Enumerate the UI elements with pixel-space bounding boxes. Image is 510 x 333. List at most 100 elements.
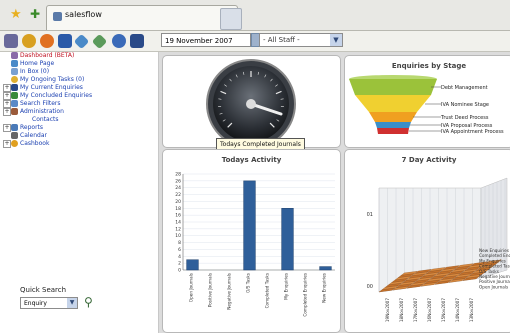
sidebar-item-contacts[interactable]: Contacts [32,116,58,124]
depth-label: Open Journals [479,284,508,289]
sidebar-item-in-box[interactable]: In Box (0) [20,68,49,76]
y-tick-label: 0 [178,268,181,274]
dashboard-icon [11,52,18,59]
sidebar-item-home-page[interactable]: Home Page [20,60,54,68]
expand-icon[interactable]: + [3,108,11,116]
reports-icon[interactable] [130,34,144,48]
sidebar-item-reports[interactable]: Reports [20,124,43,132]
y-tick-label: 24 [175,185,181,191]
sidebar-item-current-enquiries[interactable]: My Current Enquiries [20,84,83,92]
search-icon[interactable] [73,33,90,50]
search-go-icon[interactable]: ⚲ [84,295,96,309]
favorites-star-icon[interactable]: ★ [10,8,22,21]
seven-day-activity-chart: 01 00 19Nov2007 18Nov2007 17Nov2007 16Nov2007… [367,177,510,322]
home-page-icon [11,60,18,67]
sidebar-item-search-filters[interactable]: Search Filters [20,100,61,108]
y-tick-label: 2 [178,261,181,267]
tasks-icon[interactable] [40,34,54,48]
sidebar-item-calendar[interactable]: Calendar [20,132,47,140]
x-tick-label: 18Nov2007 [399,298,404,322]
y-tick-label: 01 [367,212,373,218]
sidebar-item-concluded-enquiries[interactable]: My Concluded Enquiries [20,92,92,100]
chevron-down-icon[interactable]: ▼ [330,34,342,46]
expand-icon[interactable]: + [3,124,11,132]
date-field[interactable]: 19 November 2007 [161,33,251,47]
new-tab-button[interactable] [220,8,242,30]
bar [281,208,294,271]
browser-tab[interactable]: salesflow [46,5,238,30]
y-tick-label: 28 [175,172,181,178]
sidebar-item-administration[interactable]: Administration [20,108,64,116]
funnel-svg: Debt Management IVA Nominee Stage Trust … [349,75,504,135]
browser-tab-bar: ★ ✚ salesflow [0,0,510,31]
expand-icon[interactable]: + [3,140,11,148]
gauge-hub [246,99,256,109]
site-favicon-icon [53,12,62,21]
y-tick-label: 14 [175,220,181,226]
sidebar: Dashboard (BETA) Home Page In Box (0) My… [0,52,159,333]
new-enquiry-icon[interactable] [22,34,36,48]
inbox-icon [11,68,18,75]
y-tick-label: 00 [367,284,373,290]
y-tick-label: 10 [175,233,181,239]
reports-icon [11,124,18,131]
x-tick-label: Open Journals [189,273,194,302]
cashbook-icon [11,140,18,147]
calendar-icon[interactable] [112,34,126,48]
staff-filter-select[interactable]: - All Staff - ▼ [259,33,343,47]
app-toolbar: 19 November 2007 - All Staff - ▼ [0,31,510,52]
calendar-icon [11,132,18,139]
funnel-panel: Enquiries by Stage Debt Management IVA N… [344,55,510,148]
y-tick-label: 8 [178,240,181,246]
funnel-stage-trust-deed [369,112,417,122]
x-tick-label: Positive Journals [208,273,213,307]
search-filters-icon [11,100,18,107]
staff-filter-value: - All Staff - [263,36,300,44]
concluded-enquiries-icon [11,92,18,99]
expand-icon[interactable]: + [3,84,11,92]
y-tick-label: 6 [178,247,181,253]
y-tick-label: 12 [175,226,181,232]
funnel-stage-iva-nominee [355,95,431,112]
x-tick-label: Completed Tasks [265,273,270,308]
gauge-panel [162,55,341,148]
quick-search-select[interactable]: Enquiry ▼ [20,297,78,309]
browser-tab-title: salesflow [65,10,102,19]
current-enquiries-icon [11,84,18,91]
gauge-svg [206,59,296,147]
contacts-icon[interactable] [58,34,72,48]
quick-search-label: Quick Search [20,286,67,294]
expand-icon[interactable]: + [3,100,11,108]
bar [243,180,256,271]
y-tick-label: 22 [175,192,181,198]
home-icon[interactable] [4,34,18,48]
chevron-down-icon[interactable]: ▼ [67,298,77,308]
quick-search-value: Enquiry [24,300,47,307]
bar [319,266,332,271]
sidebar-item-ongoing-tasks[interactable]: My Ongoing Tasks (0) [20,76,84,84]
y-tick-label: 16 [175,213,181,219]
y-tick-label: 20 [175,199,181,205]
funnel-label: IVA Appointment Process [441,129,504,135]
funnel-label: Trust Deed Process [440,115,489,121]
expand-icon[interactable]: + [3,92,11,100]
add-favorites-icon[interactable]: ✚ [30,8,40,20]
x-tick-label: New Enquiries [322,273,327,303]
funnel-stage-debt-management [349,79,437,95]
tasks-icon [11,76,18,83]
y-tick-label: 26 [175,178,181,184]
documents-icon[interactable] [91,33,108,50]
y-tick-label: 18 [175,206,181,212]
funnel-stage-iva-appointment [377,128,409,134]
sidebar-item-cashbook[interactable]: Cashbook [20,140,49,148]
x-tick-label: 14Nov2007 [455,298,460,322]
x-tick-label: 17Nov2007 [413,298,418,322]
x-tick-label: Negative Journals [227,273,232,310]
x-tick-label: My Enquiries [284,273,289,300]
administration-icon [11,108,18,115]
funnel-stage-iva-proposal [375,122,411,128]
x-tick-label: 16Nov2007 [427,298,432,322]
seven-day-activity-panel: 7 Day Activity 01 00 19Nov2007 18Nov2007 17N… [344,149,510,333]
x-tick-label: O/S Tasks [246,273,251,293]
sidebar-item-dashboard[interactable]: Dashboard (BETA) [20,52,74,60]
